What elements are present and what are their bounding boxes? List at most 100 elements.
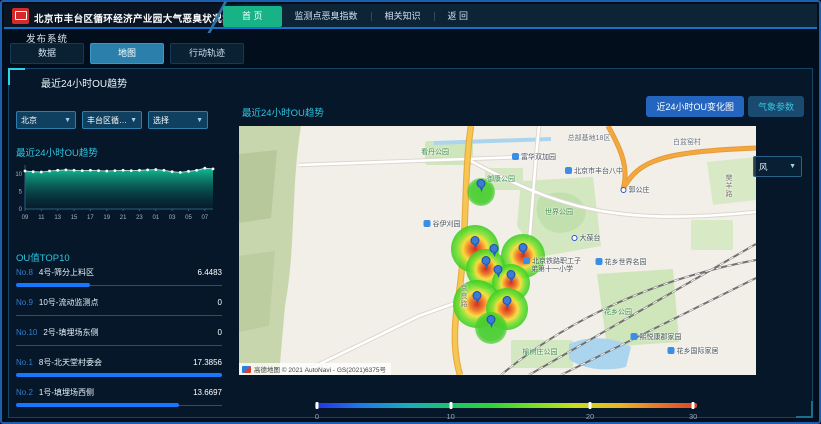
ranking-progress-fill: [16, 283, 90, 287]
map-button-0[interactable]: 近24小时OU变化图: [646, 96, 744, 117]
metro-icon: [572, 235, 578, 241]
map-label: 北京市丰台八中: [565, 166, 623, 176]
amap-logo-icon: [242, 366, 251, 373]
map-label: 大葆台: [572, 233, 601, 243]
app-window: 北京市丰台区循环经济产业园大气恶臭状况实时 首 页监测点恶臭指数相关知识返 回 …: [0, 0, 821, 424]
ranking-value: 13.6697: [193, 388, 222, 397]
map-pin-icon[interactable]: [477, 179, 486, 192]
svg-text:23: 23: [136, 215, 143, 221]
chevron-down-icon: ▼: [789, 163, 796, 170]
ranking-row: No.9 10号-流动监测点0: [16, 292, 222, 322]
map-pin-icon[interactable]: [471, 236, 480, 249]
ranking-rank: No.10: [16, 328, 37, 337]
map-pin-icon[interactable]: [503, 296, 512, 309]
ranking-row-line: No.21号-填埋场西侧13.6697: [16, 382, 222, 398]
map-pin-icon[interactable]: [519, 243, 528, 256]
ranking-row: No.21号-填埋场西侧13.6697: [16, 382, 222, 412]
colorbar-tick: [449, 402, 452, 409]
tab-0[interactable]: 数据: [10, 43, 84, 64]
filter-select-value: 北京: [21, 115, 62, 126]
ranking-row-line: No.18号-北天堂村委会17.3856: [16, 352, 222, 368]
filter-select-0[interactable]: 北京▼: [16, 111, 76, 129]
map-label: 花乡公园: [604, 307, 632, 317]
nav-item-1[interactable]: 监测点恶臭指数: [282, 6, 371, 27]
ranking-name: 10号-流动监测点: [39, 297, 218, 308]
map-pin-icon[interactable]: [487, 315, 496, 328]
ranking-progress-track: [16, 313, 222, 317]
trend-chart: 0510091113151719212301030507: [11, 159, 221, 230]
tab-2[interactable]: 行动轨迹: [170, 43, 244, 64]
map-attribution: 高德地图 © 2021 AutoNavi - GS(2021)6375号: [239, 363, 391, 375]
main-nav: 首 页监测点恶臭指数相关知识返 回: [223, 6, 481, 27]
svg-text:15: 15: [71, 215, 78, 221]
colorbar-tick-label: 10: [446, 412, 454, 421]
ranking-progress-track: [16, 403, 222, 407]
filter-select-1[interactable]: 丰台区循环经济产▼: [82, 111, 142, 129]
map-panel-title: 最近24小时OU趋势: [242, 105, 324, 119]
colorbar-gradient: 0102030: [315, 403, 697, 408]
svg-text:13: 13: [54, 215, 61, 221]
poi-icon: [512, 153, 519, 160]
main-panel: 最近24小时OU趋势 北京▼丰台区循环经济产▼选择▼ 最近24小时OU趋势 05…: [8, 68, 813, 418]
map-attribution-text: 高德地图 © 2021 AutoNavi - GS(2021)6375号: [254, 364, 386, 374]
view-tabs: 数据地图行动轨迹: [10, 43, 244, 64]
map-label: 花乡国际家居: [668, 346, 719, 356]
ranking-name: 4号-筛分上料区: [39, 267, 198, 278]
map-label: 京良路: [458, 284, 468, 308]
svg-text:03: 03: [169, 215, 176, 221]
svg-text:21: 21: [120, 215, 127, 221]
colorbar-tick: [589, 402, 592, 409]
trend-chart-title: 最近24小时OU趋势: [16, 145, 98, 159]
ou-ranking-list: No.84号-筛分上料区6.4483No.910号-流动监测点0No.102号-…: [16, 262, 222, 412]
ranking-value: 6.4483: [198, 268, 222, 277]
chevron-down-icon: ▼: [64, 117, 71, 124]
map-label: 看丹公园: [421, 147, 449, 157]
poi-icon: [596, 258, 603, 265]
map-button-1[interactable]: 气象参数: [748, 96, 804, 117]
top-bar: 北京市丰台区循环经济产业园大气恶臭状况实时 首 页监测点恶臭指数相关知识返 回: [4, 4, 817, 29]
svg-text:17: 17: [87, 215, 94, 221]
map-view[interactable]: 看丹公园富华双加园总部基地18区北京市丰台八中郭公庄御康公园世界公园谷伊刈园大葆…: [239, 126, 756, 375]
map-layer-select-value: 风: [759, 161, 789, 173]
colorbar-tick-label: 20: [586, 412, 594, 421]
filter-select-2[interactable]: 选择▼: [148, 111, 208, 129]
colorbar-tick-label: 30: [689, 412, 697, 421]
ranking-row: No.8 4号-筛分上料区6.4483: [16, 262, 222, 292]
filter-row: 北京▼丰台区循环经济产▼选择▼: [16, 111, 208, 129]
poi-icon: [523, 257, 530, 264]
svg-text:05: 05: [185, 215, 192, 221]
poi-icon: [668, 347, 675, 354]
colorbar-tick: [692, 402, 695, 409]
map-label: 花乡世界名园: [596, 257, 647, 267]
ranking-progress-fill: [16, 373, 222, 377]
ranking-rank: No.1: [16, 358, 33, 367]
nav-item-3[interactable]: 返 回: [435, 6, 482, 27]
filter-select-value: 丰台区循环经济产: [87, 115, 128, 126]
map-label: 谷伊刈园: [424, 219, 461, 229]
poi-icon: [565, 167, 572, 174]
heatmap-colorbar: 0102030: [315, 403, 697, 423]
map-label: 总部基地18区: [568, 133, 611, 143]
svg-text:11: 11: [38, 215, 45, 221]
map-label: 郭公庄: [621, 185, 650, 195]
map-label: 白盆窑村: [673, 137, 701, 147]
ranking-value: 0: [218, 298, 222, 307]
app-logo-icon: [12, 8, 29, 24]
panel-title: 最近24小时OU趋势: [41, 75, 127, 90]
nav-item-2[interactable]: 相关知识: [372, 6, 434, 27]
map-button-group: 近24小时OU变化图气象参数: [646, 96, 804, 117]
map-pin-icon[interactable]: [482, 256, 491, 269]
map-pin-icon[interactable]: [490, 244, 499, 257]
tab-1[interactable]: 地图: [90, 43, 164, 64]
ranking-rank: No.8: [16, 268, 33, 277]
map-layer-select[interactable]: 风 ▼: [753, 156, 802, 177]
ranking-rank: No.2: [16, 388, 33, 397]
ranking-name: 8号-北天堂村委会: [39, 357, 193, 368]
map-pin-icon[interactable]: [507, 270, 516, 283]
map-pin-icon[interactable]: [473, 291, 482, 304]
nav-item-0[interactable]: 首 页: [223, 6, 282, 27]
filter-select-value: 选择: [153, 115, 194, 126]
map-label: 御康公园: [487, 174, 515, 184]
ranking-rank: No.9: [16, 298, 33, 307]
map-pin-icon[interactable]: [494, 265, 503, 278]
